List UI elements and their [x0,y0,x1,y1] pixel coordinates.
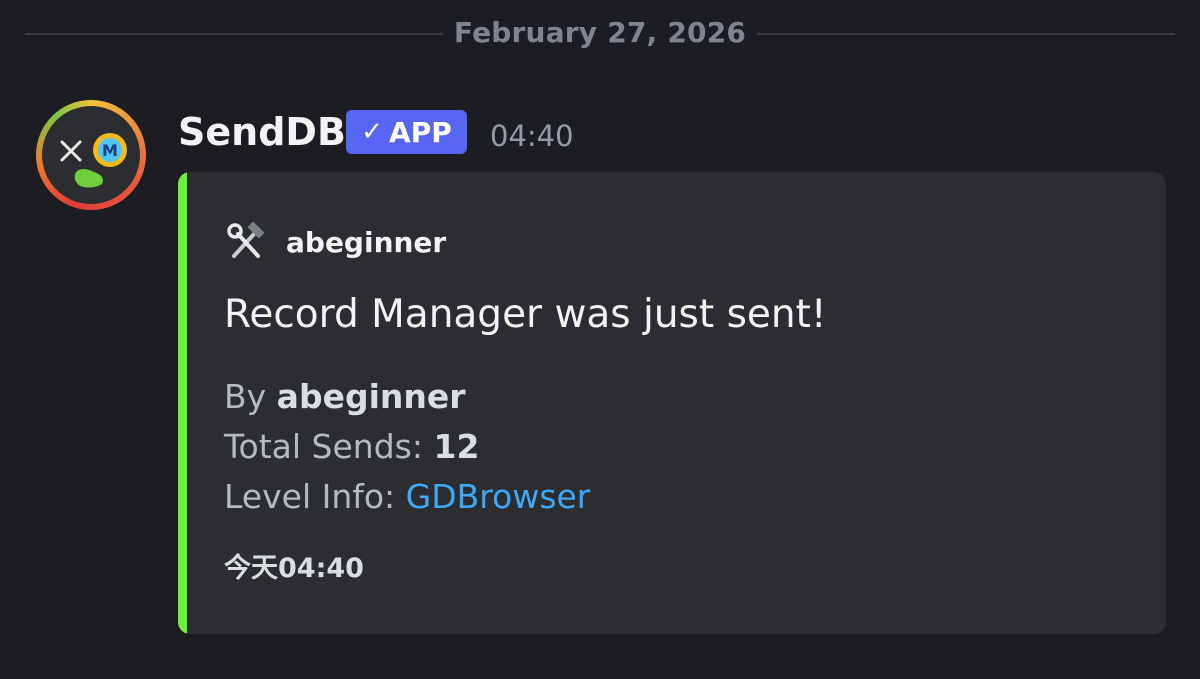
message-embed: abeginner Record Manager was just sent! … [178,172,1166,634]
by-value: abeginner [276,377,466,416]
svg-text:M: M [102,141,118,160]
total-sends-label: Total Sends: [224,427,434,466]
date-divider: February 27, 2026 [0,0,1200,70]
embed-accent-bar [178,172,187,634]
level-info-label: Level Info: [224,477,406,516]
divider-date: February 27, 2026 [453,16,747,49]
message-author[interactable]: SendDB [178,108,346,156]
level-info-line: Level Info: GDBrowser [224,472,590,522]
verified-check-icon: ✓ [361,117,384,147]
message-timestamp[interactable]: 04:40 [490,116,574,156]
divider-line-right [757,33,1175,35]
by-line: By abeginner [224,372,590,422]
avatar[interactable]: M [36,100,146,210]
embed-footer-timestamp: 今天04:40 [224,553,364,584]
app-badge-label: APP [389,115,452,149]
chat-view: February 27, 2026 M SendDB ✓ APP 04:40 a… [0,0,1200,679]
app-badge: ✓ APP [346,110,467,154]
gdbrowser-link[interactable]: GDBrowser [406,477,591,516]
divider-line-left [25,33,443,35]
hammer-and-wrench-icon [227,222,265,258]
embed-author: abeginner [226,222,446,262]
embed-description: By abeginner Total Sends: 12 Level Info:… [224,372,590,522]
total-sends-value: 12 [433,427,480,466]
by-label: By [224,377,277,416]
avatar-inner: M [42,106,140,204]
embed-title: Record Manager was just sent! [224,292,827,337]
total-sends-line: Total Sends: 12 [224,422,590,472]
tools-and-moderator-badge-icon: M [60,133,127,188]
embed-author-name[interactable]: abeginner [286,226,446,259]
